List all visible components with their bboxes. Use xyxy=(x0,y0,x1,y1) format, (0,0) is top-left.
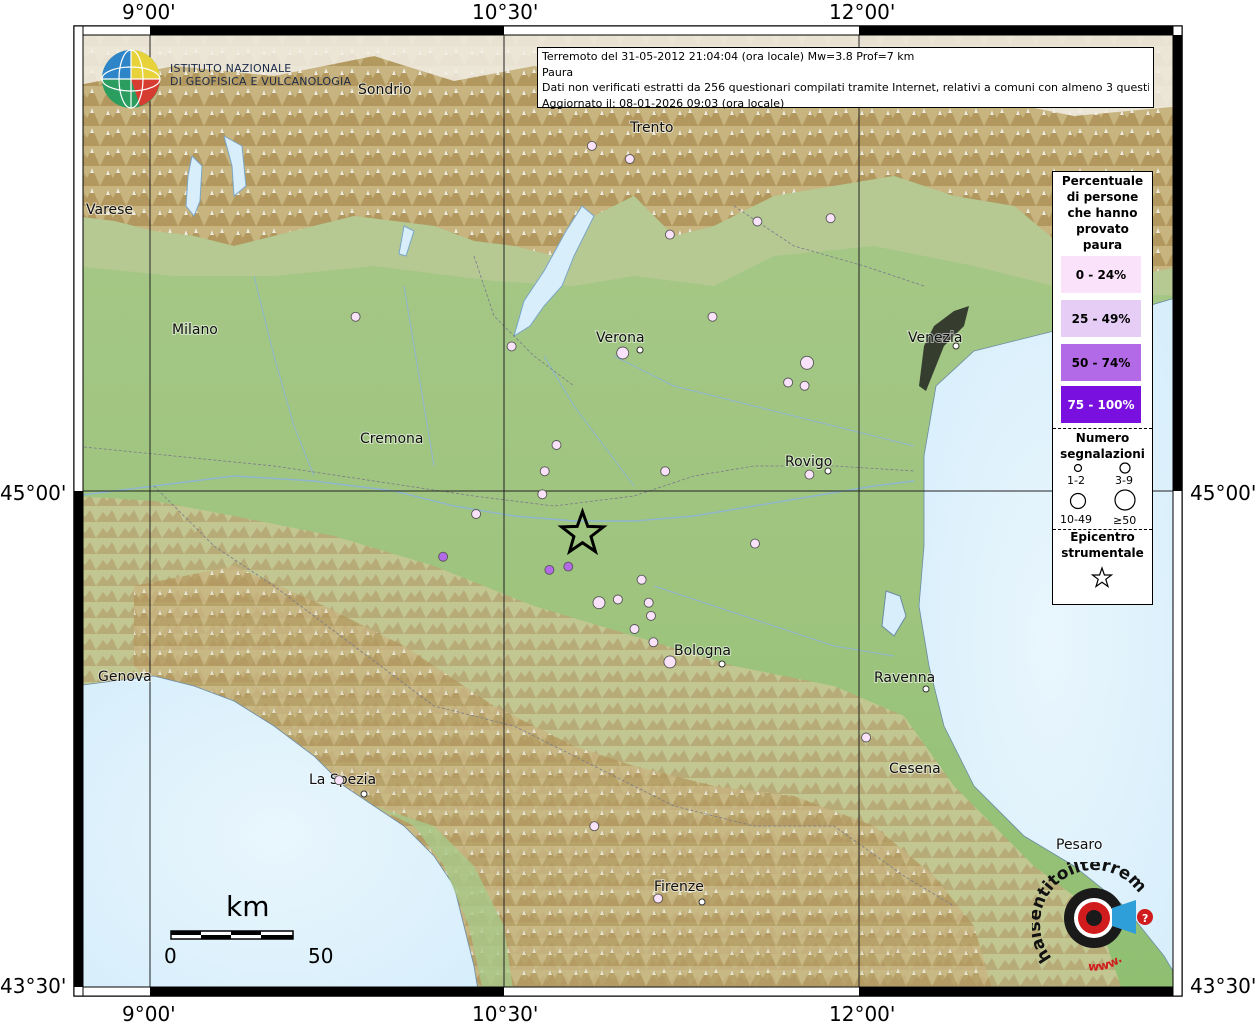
haisentito-logo-icon: ? haisentitoilterremoto.it www. xyxy=(1032,862,1153,974)
legend-class-50-74: 50 - 74% xyxy=(1061,344,1141,381)
epicenter-star-icon xyxy=(1090,566,1114,589)
legend-title-line: Percentuale xyxy=(1061,174,1144,188)
lat-label-left-1: 45°00' xyxy=(0,481,67,505)
lon-label-bottom-3: 12°00' xyxy=(829,1002,896,1026)
svg-text:www.: www. xyxy=(1088,952,1125,974)
legend-class-75-100: 75 - 100% xyxy=(1061,386,1141,423)
event-info-box: Terremoto del 31-05-2012 21:04:04 (ora l… xyxy=(537,47,1154,110)
legend-size-circles xyxy=(1069,462,1136,511)
lon-label-top-1: 9°00' xyxy=(122,0,176,24)
legend-title-line: di persone xyxy=(1066,190,1139,204)
lat-label-right-1: 45°00' xyxy=(1190,481,1255,505)
map-type: Paura xyxy=(542,65,574,79)
legend-count-3-9: 3-9 xyxy=(1115,474,1133,487)
ingv-logo-line2: DI GEOFISICA E VULCANOLOGIA xyxy=(170,75,352,88)
event-title: Terremoto del 31-05-2012 21:04:04 (ora l… xyxy=(542,50,915,63)
scale-bar-min: 0 xyxy=(164,944,177,968)
legend-title-line: provato xyxy=(1076,222,1129,236)
legend-class-25-49: 25 - 49% xyxy=(1061,300,1141,337)
legend-epicenter-line: Epicentro xyxy=(1070,530,1135,544)
lon-label-top-2: 10°30' xyxy=(472,0,539,24)
legend-divider xyxy=(1053,428,1152,429)
svg-text:?: ? xyxy=(1142,912,1148,925)
legend-epicenter-title: Epicentro strumentale xyxy=(1053,529,1152,561)
legend-title-line: paura xyxy=(1082,238,1123,252)
update-time: Aggiornato il: 08-01-2026 09:03 (ora loc… xyxy=(542,96,785,110)
lon-label-bottom-2: 10°30' xyxy=(472,1002,539,1026)
lon-label-bottom-1: 9°00' xyxy=(122,1002,176,1026)
legend-count-50plus: ≥50 xyxy=(1113,514,1137,527)
legend-title-line: che hanno xyxy=(1067,206,1138,220)
legend-count-title-line: Numero xyxy=(1075,431,1130,445)
legend-count-10-49: 10-49 xyxy=(1060,513,1092,526)
legend-class-0-24: 0 - 24% xyxy=(1061,256,1141,293)
ingv-logo-text: ISTITUTO NAZIONALE DI GEOFISICA E VULCAN… xyxy=(170,62,351,88)
haisentito-logo-prefix: www. xyxy=(1088,952,1125,974)
legend: Percentuale di persone che hanno provato… xyxy=(1052,171,1153,605)
ingv-logo-icon xyxy=(101,49,161,109)
lat-label-right-2: 43°30' xyxy=(1190,974,1255,998)
legend-title: Percentuale di persone che hanno provato… xyxy=(1053,173,1152,253)
legend-epicenter-line: strumentale xyxy=(1061,546,1144,560)
legend-count-1-2: 1-2 xyxy=(1067,474,1085,487)
scale-bar-unit: km xyxy=(226,890,270,923)
scale-bar-max: 50 xyxy=(308,944,334,968)
scale-bar xyxy=(170,930,294,940)
ingv-logo-line1: ISTITUTO NAZIONALE xyxy=(170,62,292,75)
lat-label-left-2: 43°30' xyxy=(0,974,67,998)
data-note: Dati non verificati estratti da 256 ques… xyxy=(542,81,1149,94)
lon-label-top-3: 12°00' xyxy=(829,0,896,24)
